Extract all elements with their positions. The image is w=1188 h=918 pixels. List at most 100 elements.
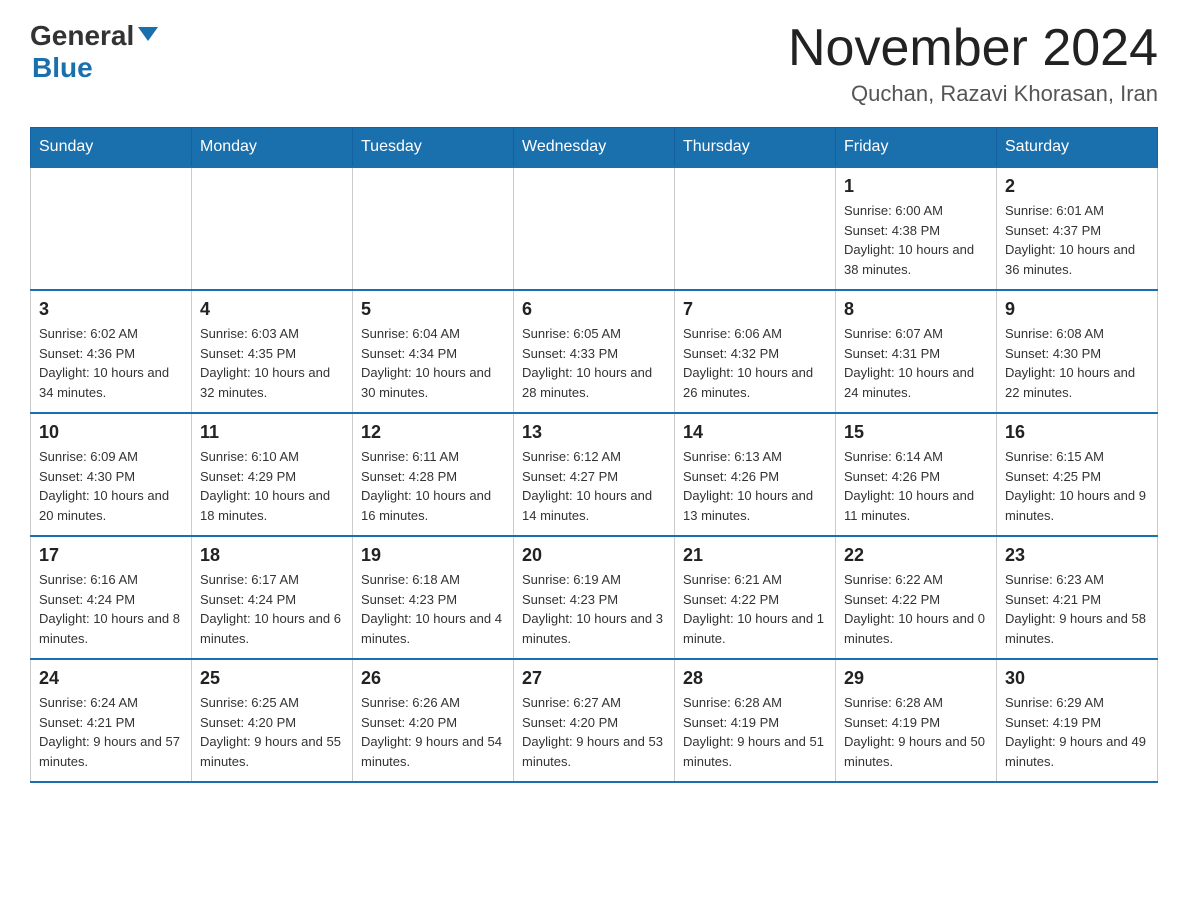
calendar-cell-w4-d4: 21Sunrise: 6:21 AMSunset: 4:22 PMDayligh… <box>675 536 836 659</box>
calendar-cell-w3-d2: 12Sunrise: 6:11 AMSunset: 4:28 PMDayligh… <box>353 413 514 536</box>
day-info: Sunrise: 6:17 AMSunset: 4:24 PMDaylight:… <box>200 570 344 648</box>
col-thursday: Thursday <box>675 128 836 168</box>
col-friday: Friday <box>836 128 997 168</box>
calendar-cell-w1-d3 <box>514 167 675 290</box>
calendar-cell-w2-d4: 7 Sunrise: 6:06 AMSunset: 4:32 PMDaylight… <box>675 290 836 413</box>
calendar-cell-w3-d5: 15 Sunrise: 6:14 AMSunset: 4:26 PMDayligh… <box>836 413 997 536</box>
day-info: Sunrise: 6:10 AMSunset: 4:29 PMDaylight:… <box>200 447 344 525</box>
day-number: 15 <box>844 422 988 443</box>
day-number: 13 <box>522 422 666 443</box>
calendar-cell-w4-d3: 20 Sunrise: 6:19 AMSunset: 4:23 PMDayligh… <box>514 536 675 659</box>
day-info: Sunrise: 6:15 AMSunset: 4:25 PMDaylight:… <box>1005 447 1149 525</box>
calendar-week-1: 1 Sunrise: 6:00 AMSunset: 4:38 PMDaylight… <box>31 167 1158 290</box>
calendar-cell-w2-d6: 9 Sunrise: 6:08 AMSunset: 4:30 PMDaylight… <box>997 290 1158 413</box>
day-number: 22 <box>844 545 988 566</box>
day-info: Sunrise: 6:18 AMSunset: 4:23 PMDaylight:… <box>361 570 505 648</box>
day-number: 18 <box>200 545 344 566</box>
day-number: 26 <box>361 668 505 689</box>
day-number: 3 <box>39 299 183 320</box>
day-info: Sunrise: 6:28 AMSunset: 4:19 PMDaylight:… <box>844 693 988 771</box>
day-info: Sunrise: 6:06 AMSunset: 4:32 PMDaylight:… <box>683 324 827 402</box>
calendar-cell-w5-d0: 24 Sunrise: 6:24 AMSunset: 4:21 PMDayligh… <box>31 659 192 782</box>
calendar-week-5: 24 Sunrise: 6:24 AMSunset: 4:21 PMDayligh… <box>31 659 1158 782</box>
day-info: Sunrise: 6:13 AMSunset: 4:26 PMDaylight:… <box>683 447 827 525</box>
calendar-cell-w5-d4: 28 Sunrise: 6:28 AMSunset: 4:19 PMDayligh… <box>675 659 836 782</box>
day-number: 7 <box>683 299 827 320</box>
day-number: 28 <box>683 668 827 689</box>
day-number: 29 <box>844 668 988 689</box>
calendar-cell-w4-d0: 17 Sunrise: 6:16 AMSunset: 4:24 PMDayligh… <box>31 536 192 659</box>
calendar-cell-w3-d1: 11 Sunrise: 6:10 AMSunset: 4:29 PMDayligh… <box>192 413 353 536</box>
day-number: 11 <box>200 422 344 443</box>
day-number: 19 <box>361 545 505 566</box>
calendar-cell-w1-d6: 2Sunrise: 6:01 AMSunset: 4:37 PMDaylight… <box>997 167 1158 290</box>
calendar-cell-w3-d4: 14 Sunrise: 6:13 AMSunset: 4:26 PMDayligh… <box>675 413 836 536</box>
calendar-cell-w2-d1: 4Sunrise: 6:03 AMSunset: 4:35 PMDaylight… <box>192 290 353 413</box>
day-number: 10 <box>39 422 183 443</box>
calendar-week-4: 17 Sunrise: 6:16 AMSunset: 4:24 PMDayligh… <box>31 536 1158 659</box>
calendar-week-3: 10 Sunrise: 6:09 AMSunset: 4:30 PMDayligh… <box>31 413 1158 536</box>
calendar-week-2: 3 Sunrise: 6:02 AMSunset: 4:36 PMDaylight… <box>31 290 1158 413</box>
day-number: 24 <box>39 668 183 689</box>
day-info: Sunrise: 6:26 AMSunset: 4:20 PMDaylight:… <box>361 693 505 771</box>
calendar-cell-w1-d1 <box>192 167 353 290</box>
calendar-cell-w4-d5: 22 Sunrise: 6:22 AMSunset: 4:22 PMDayligh… <box>836 536 997 659</box>
day-info: Sunrise: 6:27 AMSunset: 4:20 PMDaylight:… <box>522 693 666 771</box>
day-info: Sunrise: 6:14 AMSunset: 4:26 PMDaylight:… <box>844 447 988 525</box>
day-info: Sunrise: 6:25 AMSunset: 4:20 PMDaylight:… <box>200 693 344 771</box>
logo-blue-text: Blue <box>32 52 93 83</box>
day-info: Sunrise: 6:22 AMSunset: 4:22 PMDaylight:… <box>844 570 988 648</box>
day-info: Sunrise: 6:21 AMSunset: 4:22 PMDaylight:… <box>683 570 827 648</box>
page-header: General Blue November 2024 Quchan, Razav… <box>30 20 1158 107</box>
col-sunday: Sunday <box>31 128 192 168</box>
calendar-cell-w2-d0: 3 Sunrise: 6:02 AMSunset: 4:36 PMDaylight… <box>31 290 192 413</box>
day-number: 4 <box>200 299 344 320</box>
day-info: Sunrise: 6:29 AMSunset: 4:19 PMDaylight:… <box>1005 693 1149 771</box>
calendar-cell-w3-d6: 16 Sunrise: 6:15 AMSunset: 4:25 PMDayligh… <box>997 413 1158 536</box>
calendar-cell-w2-d3: 6 Sunrise: 6:05 AMSunset: 4:33 PMDaylight… <box>514 290 675 413</box>
day-number: 14 <box>683 422 827 443</box>
day-info: Sunrise: 6:24 AMSunset: 4:21 PMDaylight:… <box>39 693 183 771</box>
day-info: Sunrise: 6:19 AMSunset: 4:23 PMDaylight:… <box>522 570 666 648</box>
day-number: 9 <box>1005 299 1149 320</box>
day-info: Sunrise: 6:11 AMSunset: 4:28 PMDaylight:… <box>361 447 505 525</box>
day-number: 16 <box>1005 422 1149 443</box>
day-number: 6 <box>522 299 666 320</box>
calendar-cell-w4-d2: 19 Sunrise: 6:18 AMSunset: 4:23 PMDayligh… <box>353 536 514 659</box>
title-area: November 2024 Quchan, Razavi Khorasan, I… <box>788 20 1158 107</box>
col-monday: Monday <box>192 128 353 168</box>
day-info: Sunrise: 6:05 AMSunset: 4:33 PMDaylight:… <box>522 324 666 402</box>
day-info: Sunrise: 6:16 AMSunset: 4:24 PMDaylight:… <box>39 570 183 648</box>
day-info: Sunrise: 6:01 AMSunset: 4:37 PMDaylight:… <box>1005 201 1149 279</box>
day-info: Sunrise: 6:02 AMSunset: 4:36 PMDaylight:… <box>39 324 183 402</box>
calendar-cell-w3-d0: 10 Sunrise: 6:09 AMSunset: 4:30 PMDayligh… <box>31 413 192 536</box>
day-number: 25 <box>200 668 344 689</box>
day-number: 20 <box>522 545 666 566</box>
calendar-cell-w5-d6: 30 Sunrise: 6:29 AMSunset: 4:19 PMDayligh… <box>997 659 1158 782</box>
calendar-header-row: Sunday Monday Tuesday Wednesday Thursday… <box>31 128 1158 168</box>
col-tuesday: Tuesday <box>353 128 514 168</box>
col-wednesday: Wednesday <box>514 128 675 168</box>
calendar-cell-w2-d2: 5Sunrise: 6:04 AMSunset: 4:34 PMDaylight… <box>353 290 514 413</box>
day-number: 1 <box>844 176 988 197</box>
day-info: Sunrise: 6:28 AMSunset: 4:19 PMDaylight:… <box>683 693 827 771</box>
calendar-cell-w5-d5: 29 Sunrise: 6:28 AMSunset: 4:19 PMDayligh… <box>836 659 997 782</box>
calendar-table: Sunday Monday Tuesday Wednesday Thursday… <box>30 127 1158 783</box>
month-title: November 2024 <box>788 20 1158 77</box>
calendar-cell-w1-d2 <box>353 167 514 290</box>
day-number: 8 <box>844 299 988 320</box>
day-number: 17 <box>39 545 183 566</box>
day-info: Sunrise: 6:08 AMSunset: 4:30 PMDaylight:… <box>1005 324 1149 402</box>
day-info: Sunrise: 6:23 AMSunset: 4:21 PMDaylight:… <box>1005 570 1149 648</box>
logo-triangle-icon <box>138 27 158 41</box>
day-info: Sunrise: 6:00 AMSunset: 4:38 PMDaylight:… <box>844 201 988 279</box>
col-saturday: Saturday <box>997 128 1158 168</box>
calendar-cell-w5-d1: 25 Sunrise: 6:25 AMSunset: 4:20 PMDayligh… <box>192 659 353 782</box>
day-info: Sunrise: 6:09 AMSunset: 4:30 PMDaylight:… <box>39 447 183 525</box>
calendar-cell-w2-d5: 8Sunrise: 6:07 AMSunset: 4:31 PMDaylight… <box>836 290 997 413</box>
day-number: 30 <box>1005 668 1149 689</box>
calendar-cell-w5-d2: 26 Sunrise: 6:26 AMSunset: 4:20 PMDayligh… <box>353 659 514 782</box>
logo-general-text: General <box>30 20 134 52</box>
location-subtitle: Quchan, Razavi Khorasan, Iran <box>788 81 1158 107</box>
calendar-cell-w1-d0 <box>31 167 192 290</box>
